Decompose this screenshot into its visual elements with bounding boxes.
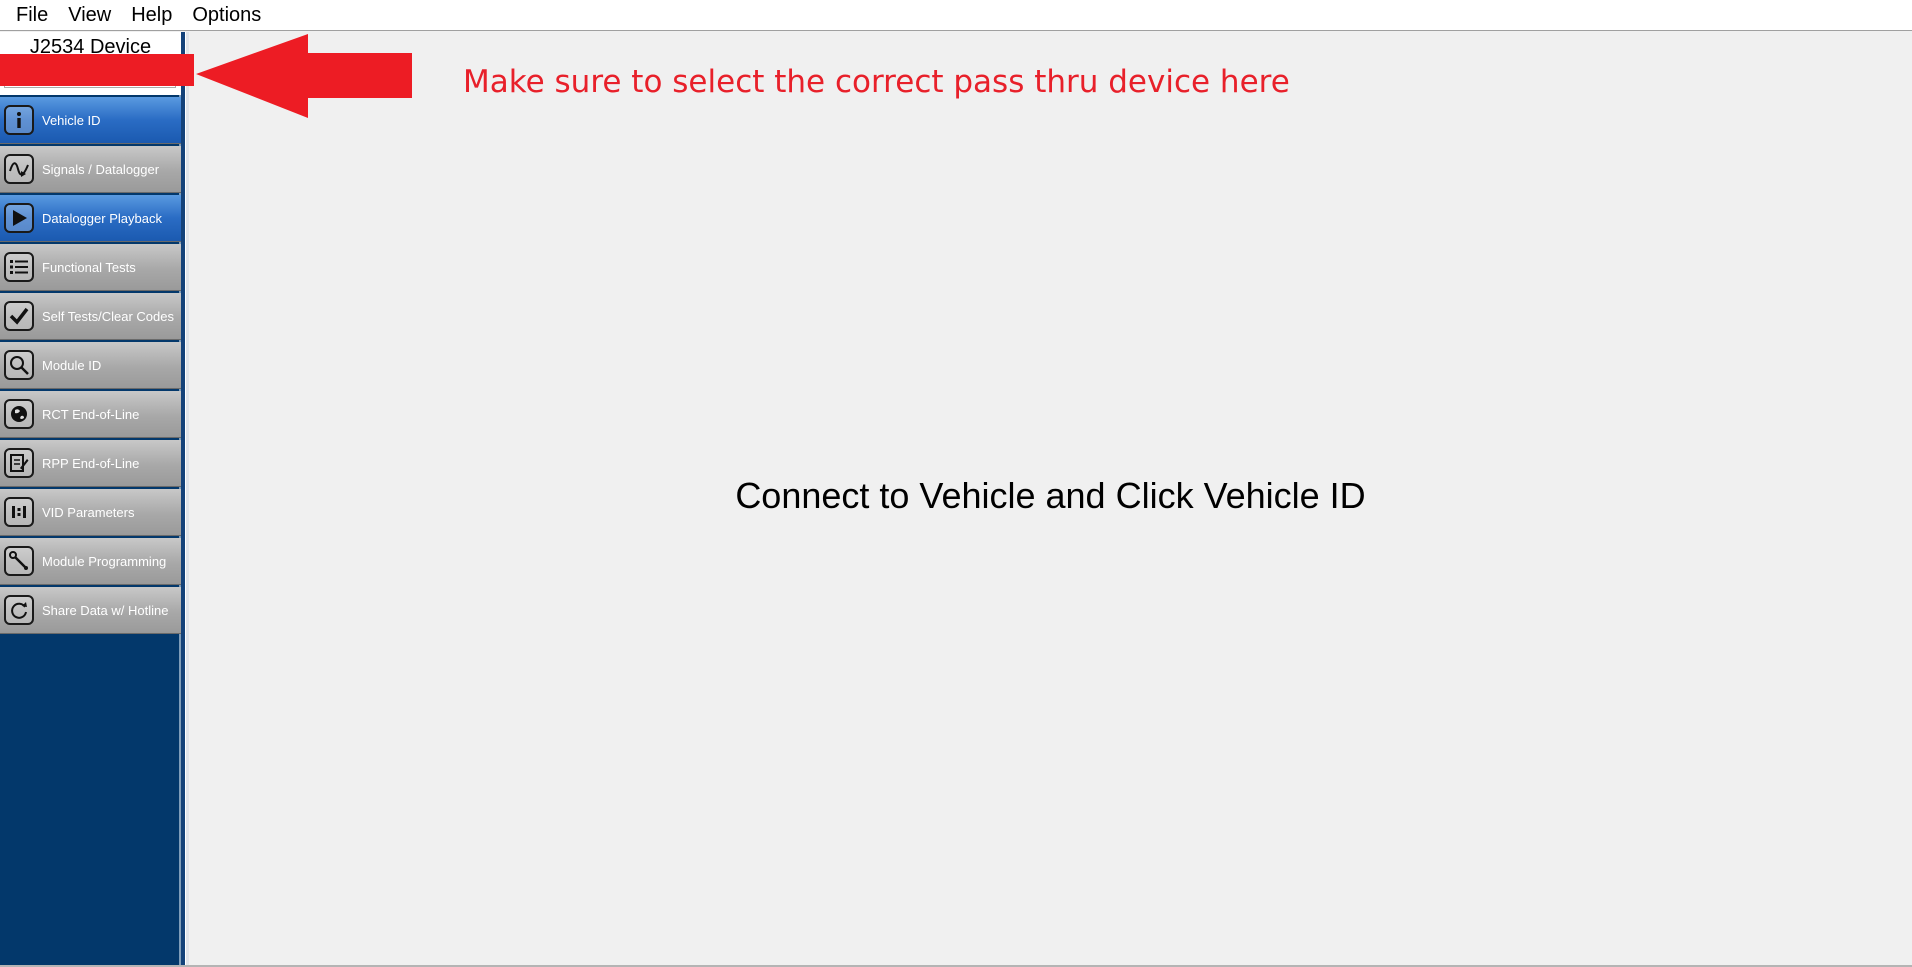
sidebar: J2534 Device Vehicle ID Signals / Datalo… [0, 32, 181, 965]
sidebar-item-signals-datalogger[interactable]: Signals / Datalogger [0, 146, 181, 193]
sidebar-item-label: Signals / Datalogger [42, 161, 160, 177]
play-icon [4, 203, 34, 233]
sidebar-item-self-tests[interactable]: Self Tests/Clear Codes [0, 293, 181, 340]
sidebar-item-label: Module ID [42, 357, 102, 373]
sidebar-item-datalogger-playback[interactable]: Datalogger Playback [0, 195, 181, 242]
sidebar-nav: Vehicle ID Signals / Datalogger Datalogg… [0, 97, 181, 636]
menu-help[interactable]: Help [123, 0, 184, 31]
sidebar-item-label: Datalogger Playback [42, 210, 162, 226]
sidebar-item-share-data[interactable]: Share Data w/ Hotline [0, 587, 181, 634]
wrench-icon [4, 546, 34, 576]
menu-view[interactable]: View [60, 0, 123, 31]
sidebar-item-label: RPP End-of-Line [42, 455, 140, 471]
sidebar-item-vid-parameters[interactable]: VID Parameters [0, 489, 181, 536]
sidebar-item-label: VID Parameters [42, 504, 135, 520]
sync-icon [4, 595, 34, 625]
sidebar-item-module-id[interactable]: Module ID [0, 342, 181, 389]
checkmark-icon [4, 301, 34, 331]
sidebar-item-label: Module Programming [42, 553, 167, 569]
sidebar-splitter[interactable] [181, 32, 189, 965]
menu-file[interactable]: File [8, 0, 60, 31]
annotation-text: Make sure to select the correct pass thr… [463, 64, 1290, 100]
main-message: Connect to Vehicle and Click Vehicle ID [735, 475, 1366, 516]
sidebar-item-module-programming[interactable]: Module Programming [0, 538, 181, 585]
sidebar-item-label: RCT End-of-Line [42, 406, 140, 422]
magnifier-icon [4, 350, 34, 380]
sidebar-item-rct-eol[interactable]: RCT End-of-Line [0, 391, 181, 438]
sidebar-item-functional-tests[interactable]: Functional Tests [0, 244, 181, 291]
sidebar-item-label: Functional Tests [42, 259, 136, 275]
sidebar-item-label: Share Data w/ Hotline [42, 602, 169, 618]
sidebar-item-label: Self Tests/Clear Codes [42, 308, 174, 324]
edit-document-icon [4, 448, 34, 478]
sidebar-item-rpp-eol[interactable]: RPP End-of-Line [0, 440, 181, 487]
menu-options[interactable]: Options [184, 0, 273, 31]
menu-bar: File View Help Options [0, 0, 1912, 31]
parameters-icon [4, 497, 34, 527]
annotation-arrow [0, 34, 412, 118]
list-icon [4, 252, 34, 282]
waveform-icon [4, 154, 34, 184]
globe-icon [4, 399, 34, 429]
